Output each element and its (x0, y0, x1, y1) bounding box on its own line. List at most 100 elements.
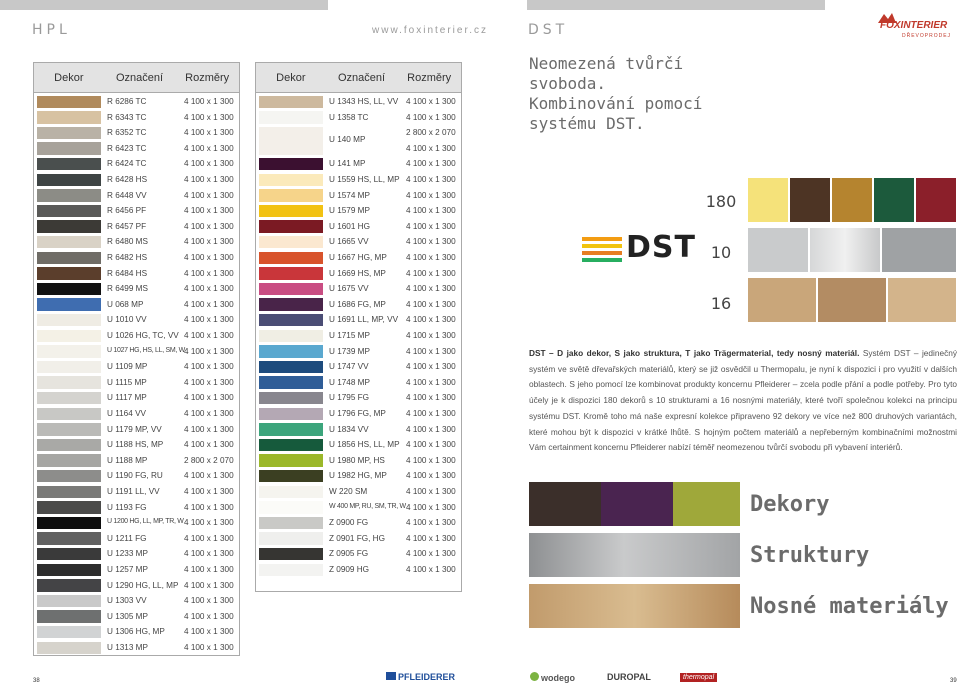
decor-dimensions: 2 800 x 2 070 (184, 455, 234, 465)
dst-stripe-green (582, 258, 622, 262)
decor-code: R 6448 VV (107, 190, 147, 200)
dst-description: DST – D jako dekor, S jako struktura, T … (529, 346, 957, 456)
decor-swatch (259, 485, 323, 498)
col-oznaceni: Označení (337, 71, 386, 84)
decor-code: Z 0900 FG (329, 518, 369, 528)
decor-code: R 6343 TC (107, 112, 147, 122)
decor-swatch (37, 454, 101, 467)
dst-number-structures: 10 (710, 243, 732, 262)
decor-swatches (748, 178, 956, 222)
decor-dimensions: 4 100 x 1 300 (406, 533, 456, 543)
headline-line: Neomezená tvůrčí (529, 54, 684, 73)
decor-code: U 1257 MP (107, 565, 148, 574)
decor-code: U 1233 MP (107, 549, 148, 559)
decor-dimensions: 4 100 x 1 300 (406, 393, 456, 403)
decor-code: R 6428 HS (107, 175, 148, 184)
decor-swatch (37, 532, 101, 545)
decor-swatch (259, 407, 323, 420)
decor-swatch (37, 282, 101, 296)
decor-dimensions: 4 100 x 1 300 (406, 440, 456, 450)
decor-dimensions: 4 100 x 1 300 (406, 253, 456, 262)
decor-dimensions: 4 100 x 1 300 (406, 487, 456, 496)
table-row: U 1188 HS, MP 4 100 x 1 300 (34, 437, 239, 453)
swatch (673, 482, 740, 526)
decor-dimensions: 4 100 x 1 300 (184, 549, 234, 559)
table-row: U 1358 TC 4 100 x 1 300 (256, 110, 461, 126)
website-url[interactable]: www.foxinterier.cz (372, 25, 488, 36)
decor-dimensions: 4 100 x 1 300 (184, 331, 234, 340)
decor-swatch (259, 547, 323, 561)
table-row: U 1257 MP 4 100 x 1 300 (34, 562, 239, 578)
decor-code: Z 0905 FG (329, 549, 369, 559)
decor-swatch (259, 235, 323, 249)
col-rozmery: Rozměry (185, 71, 230, 84)
left-table-header: Dekor Označení Rozměry (34, 63, 239, 93)
decor-swatch (259, 313, 323, 327)
dst-title: DST (528, 22, 569, 38)
decor-code: U 1313 MP (107, 643, 148, 652)
decor-swatch (259, 204, 323, 218)
wodego-icon (530, 672, 539, 681)
decor-code: U 1290 HG, LL, MP (107, 580, 179, 590)
table-row: U 1834 VV 4 100 x 1 300 (256, 422, 461, 438)
decor-code: U 1193 FG (107, 502, 147, 512)
hpl-title: HPL (32, 22, 71, 38)
decor-code: U 1115 MP (107, 377, 147, 387)
decor-swatch (259, 282, 323, 296)
decor-dimensions: 4 100 x 1 300 (184, 409, 234, 418)
table-row: U 1193 FG 4 100 x 1 300 (34, 500, 239, 516)
decor-swatch (37, 594, 101, 608)
decor-code: U 1010 VV (107, 315, 147, 325)
table-row: U 1200 HG, LL, MP, TR, W4 100 x 1 300 (34, 515, 239, 531)
decor-swatch (37, 438, 101, 452)
decor-code: U 1796 FG, MP (329, 409, 386, 418)
logo-sub-text: DŘEVOPRODEJ (902, 33, 952, 39)
table-row: U 1795 FG 4 100 x 1 300 (256, 390, 461, 406)
table-row: U 1211 FG 4 100 x 1 300 (34, 531, 239, 547)
table-row: U 1748 MP 4 100 x 1 300 (256, 375, 461, 391)
decor-swatch (37, 376, 101, 389)
category-structures: Struktury (750, 543, 870, 568)
decor-code: R 6424 TC (107, 159, 147, 169)
decor-dimensions: 4 100 x 1 300 (406, 268, 456, 278)
decor-code: U 1795 FG (329, 393, 370, 403)
decor-swatch (37, 329, 101, 342)
decor-swatch (37, 95, 101, 108)
decor-code: R 6456 PF (107, 206, 147, 216)
table-row: U 1715 MP 4 100 x 1 300 (256, 328, 461, 344)
table-row: R 6456 PF 4 100 x 1 300 (34, 203, 239, 219)
decor-swatch (37, 610, 101, 623)
swatch (790, 178, 830, 222)
table-row: R 6482 HS 4 100 x 1 300 (34, 250, 239, 266)
table-row: U 1191 LL, VV 4 100 x 1 300 (34, 484, 239, 500)
foxinterier-logo[interactable]: FOXINTERIER DŘEVOPRODEJ (878, 13, 960, 42)
table-row: U 1117 MP 4 100 x 1 300 (34, 390, 239, 406)
table-row: U 1313 MP 4 100 x 1 300 (34, 640, 239, 656)
swatch (916, 178, 956, 222)
decor-dimensions: 4 100 x 1 300 (184, 159, 234, 169)
decor-code: U 1669 HS, MP (329, 268, 386, 278)
materials-image (529, 584, 740, 628)
page-number-right: 39 (950, 678, 957, 684)
table-row: U 1306 HG, MP 4 100 x 1 300 (34, 624, 239, 640)
decor-code: U 141 MP (329, 159, 366, 169)
decor-dimensions: 4 100 x 1 300 (406, 362, 456, 372)
decor-code: U 1856 HS, LL, MP (329, 440, 400, 450)
decor-code: U 1574 MP (329, 190, 370, 200)
decor-dimensions: 4 100 x 1 300 (406, 237, 456, 247)
decor-code: U 1601 HG (329, 221, 370, 231)
table-row: R 6457 PF 4 100 x 1 300 (34, 219, 239, 235)
table-row: U 141 MP 4 100 x 1 300 (256, 156, 461, 172)
swatch (529, 584, 740, 628)
decor-swatch (259, 391, 323, 405)
decor-dimensions: 4 100 x 1 300 (184, 175, 234, 184)
decor-dimensions: 4 100 x 1 300 (406, 112, 456, 122)
decor-dimensions: 4 100 x 1 300 (184, 128, 234, 138)
decor-dimensions: 4 100 x 1 300 (184, 440, 234, 450)
decor-swatch (259, 501, 323, 514)
col-oznaceni: Označení (115, 71, 164, 84)
decor-code: U 1579 MP (329, 206, 370, 216)
decor-swatch (37, 547, 101, 561)
table-row: R 6286 TC 4 100 x 1 300 (34, 94, 239, 110)
decor-code: U 140 MP (329, 135, 366, 145)
